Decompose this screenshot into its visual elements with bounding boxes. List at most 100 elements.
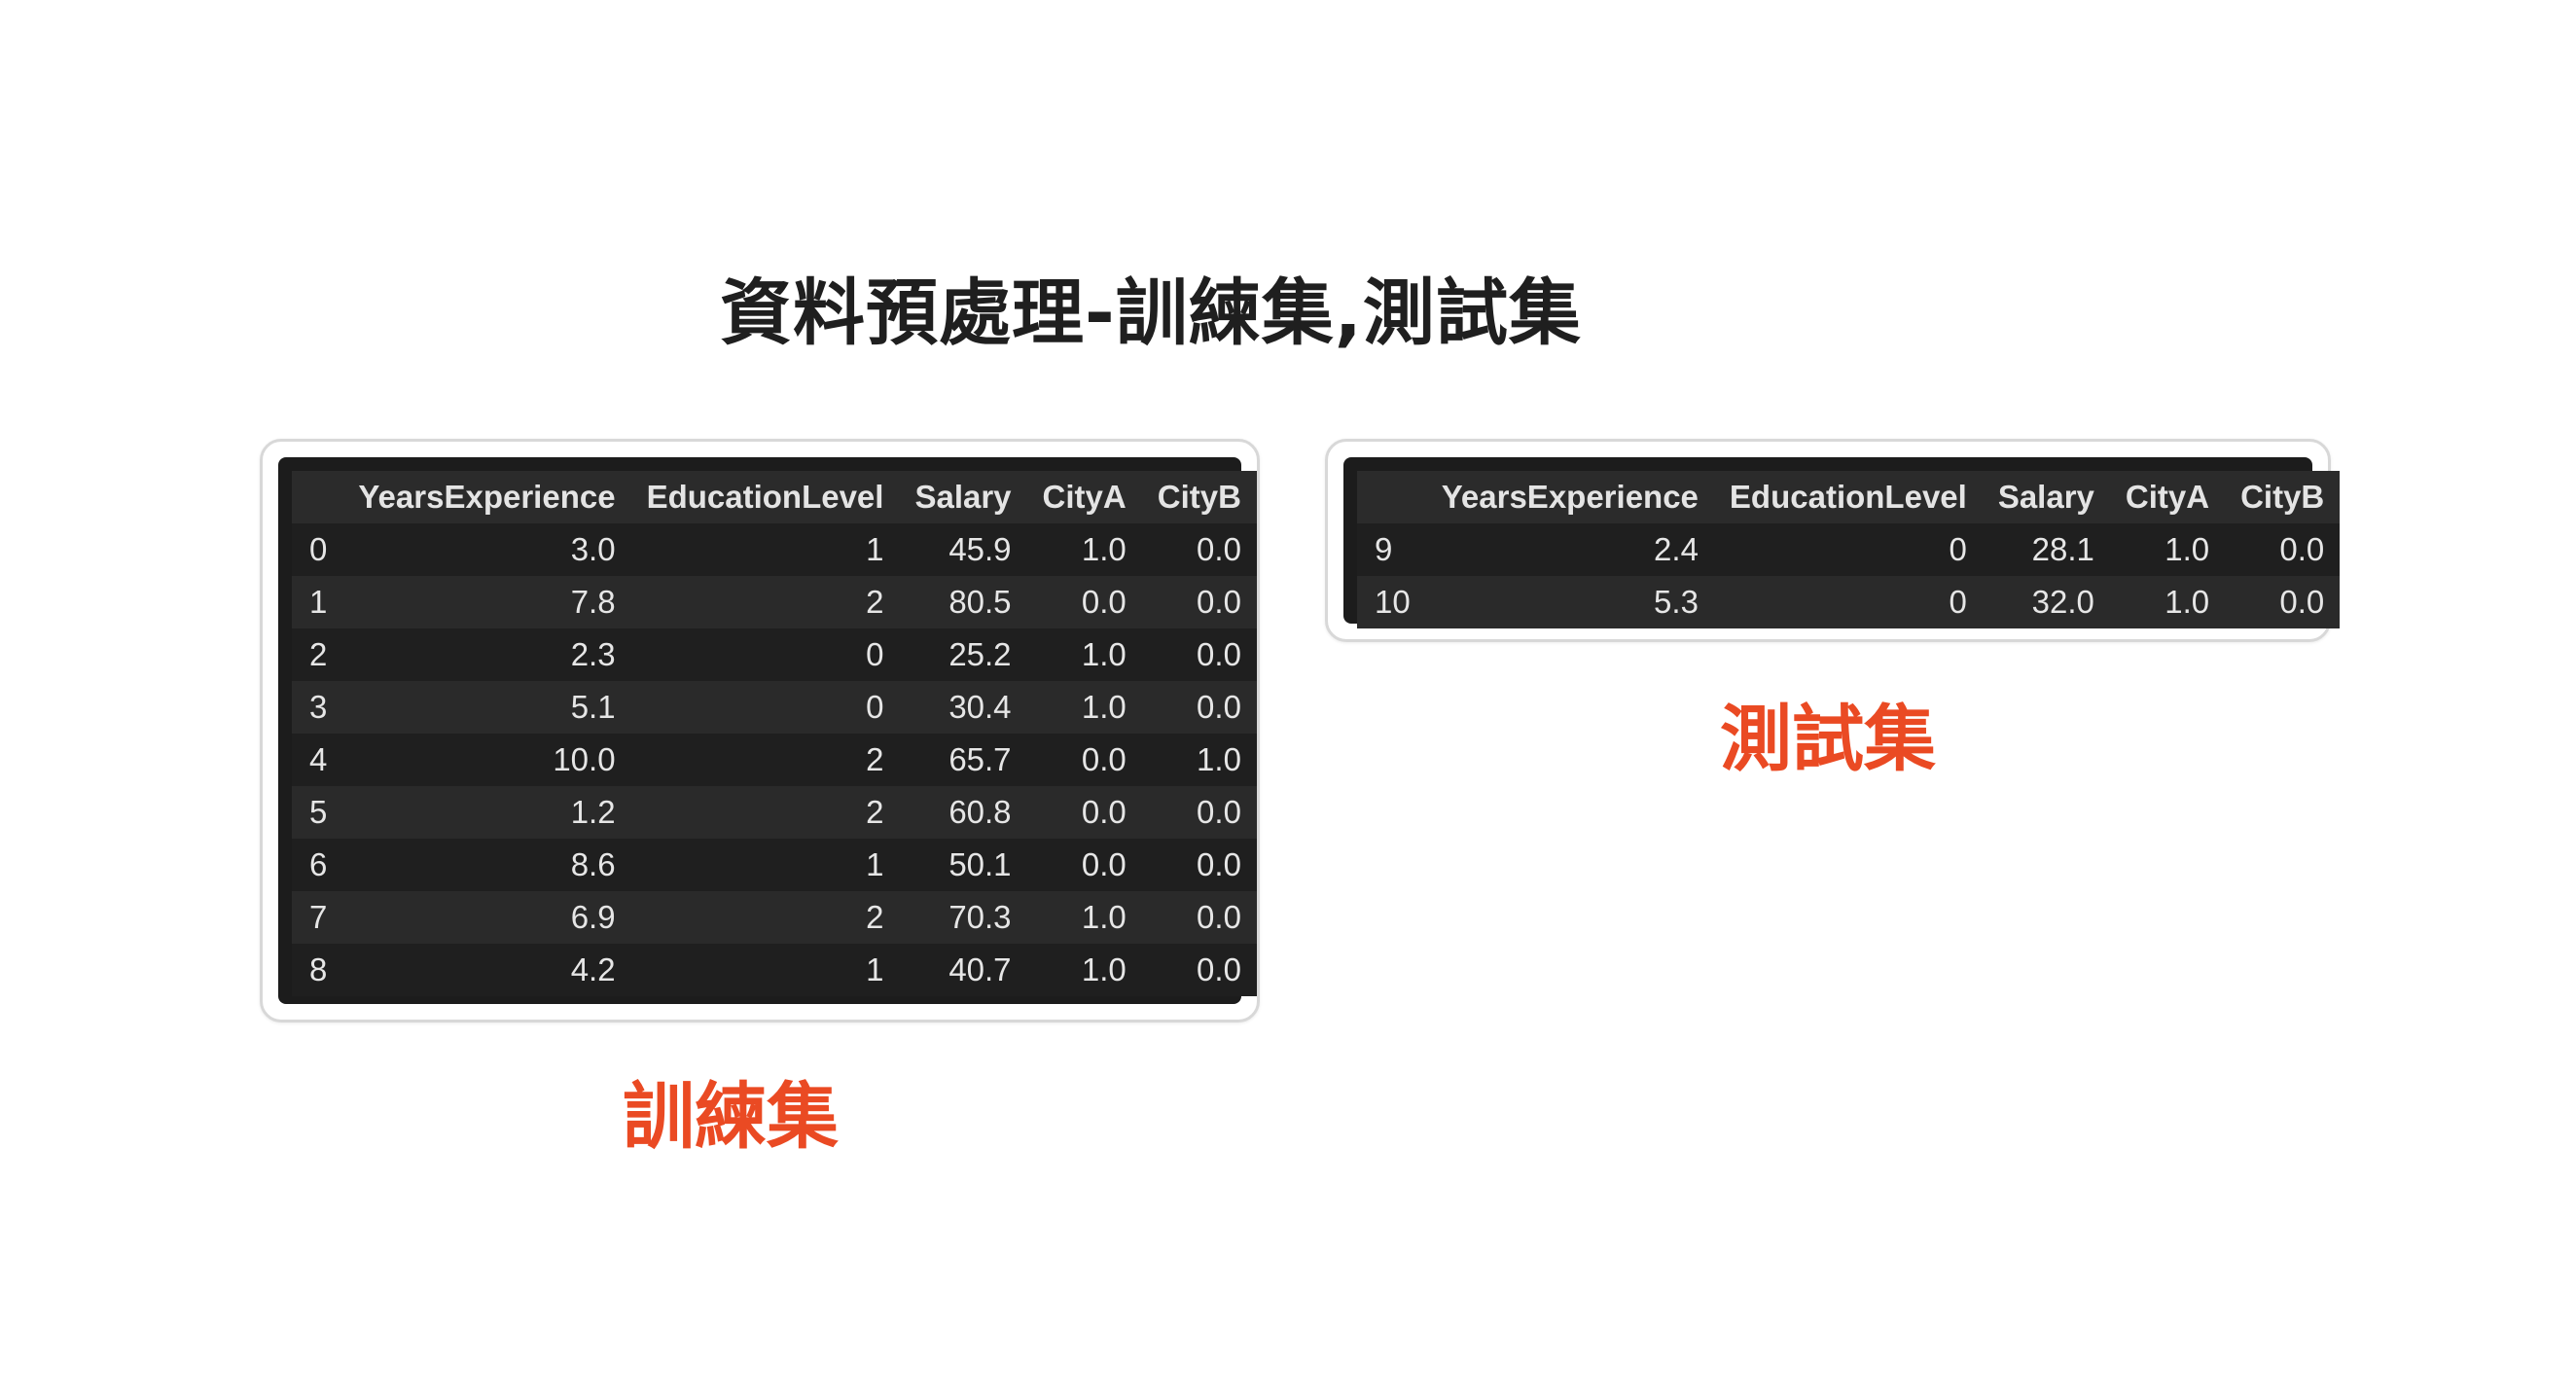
table-cell: 0.0 — [1026, 576, 1142, 628]
test-set-label: 測試集 — [1720, 698, 1936, 781]
row-index: 9 — [1357, 523, 1426, 576]
table-cell: 5.3 — [1425, 576, 1714, 628]
table-cell: 1.0 — [2109, 523, 2226, 576]
table-cell: 7.8 — [342, 576, 631, 628]
row-index: 4 — [292, 734, 343, 786]
row-index: 7 — [292, 891, 343, 944]
table-cell: 8.6 — [342, 839, 631, 891]
row-index: 0 — [292, 523, 343, 576]
row-index: 3 — [292, 681, 343, 734]
table-cell: 60.8 — [899, 786, 1027, 839]
table-cell: 0.0 — [1141, 944, 1257, 996]
table-cell: 4.2 — [342, 944, 631, 996]
table-cell: 6.9 — [342, 891, 631, 944]
table-cell: 28.1 — [1982, 523, 2110, 576]
table-cell: 1.0 — [1026, 628, 1142, 681]
train-table-frame: YearsExperience EducationLevel Salary CityA… — [278, 457, 1257, 1004]
table-cell: 30.4 — [899, 681, 1027, 734]
table-cell: 65.7 — [899, 734, 1027, 786]
column-header: EducationLevel — [1713, 471, 1983, 523]
row-index: 2 — [292, 628, 343, 681]
table-header-row: YearsExperience EducationLevel Salary CityA… — [1357, 471, 2341, 523]
column-header: Salary — [1982, 471, 2110, 523]
column-header: YearsExperience — [1425, 471, 1714, 523]
table-row: 4 10.0 2 65.7 0.0 1.0 — [292, 734, 1257, 786]
column-header: Salary — [899, 471, 1027, 523]
test-table: YearsExperience EducationLevel Salary CityA… — [1357, 471, 2341, 628]
row-index: 8 — [292, 944, 343, 996]
table-row: 6 8.6 1 50.1 0.0 0.0 — [292, 839, 1257, 891]
table-row: 5 1.2 2 60.8 0.0 0.0 — [292, 786, 1257, 839]
table-row: 1 7.8 2 80.5 0.0 0.0 — [292, 576, 1257, 628]
table-cell: 0 — [1713, 523, 1983, 576]
table-cell: 0.0 — [1141, 839, 1257, 891]
table-row: 0 3.0 1 45.9 1.0 0.0 — [292, 523, 1257, 576]
table-cell: 0.0 — [1141, 628, 1257, 681]
table-cell: 40.7 — [899, 944, 1027, 996]
table-cell: 1.0 — [1026, 944, 1142, 996]
table-cell: 80.5 — [899, 576, 1027, 628]
table-cell: 1 — [630, 523, 900, 576]
table-row: 9 2.4 0 28.1 1.0 0.0 — [1357, 523, 2341, 576]
table-cell: 0.0 — [2225, 576, 2341, 628]
table-cell: 50.1 — [899, 839, 1027, 891]
table-cell: 1.0 — [1026, 523, 1142, 576]
table-cell: 10.0 — [342, 734, 631, 786]
table-cell: 25.2 — [899, 628, 1027, 681]
table-cell: 0.0 — [1141, 681, 1257, 734]
column-header: EducationLevel — [630, 471, 900, 523]
table-cell: 1.0 — [1141, 734, 1257, 786]
column-header: CityB — [2225, 471, 2341, 523]
table-cell: 0.0 — [1026, 839, 1142, 891]
table-cell: 1.2 — [342, 786, 631, 839]
table-cell: 2 — [630, 734, 900, 786]
table-cell: 0.0 — [1141, 786, 1257, 839]
table-cell: 1 — [630, 944, 900, 996]
column-header: YearsExperience — [342, 471, 631, 523]
table-cell: 0 — [1713, 576, 1983, 628]
train-set-label: 訓練集 — [623, 1075, 839, 1159]
table-header-row: YearsExperience EducationLevel Salary CityA… — [292, 471, 1257, 523]
table-cell: 0.0 — [1026, 734, 1142, 786]
page-title: 資料預處理-訓練集,測試集 — [720, 271, 1582, 355]
row-index: 1 — [292, 576, 343, 628]
column-header: CityA — [1026, 471, 1142, 523]
table-cell: 0.0 — [1141, 576, 1257, 628]
table-cell: 2 — [630, 576, 900, 628]
table-cell: 2.3 — [342, 628, 631, 681]
train-table-card: YearsExperience EducationLevel Salary CityA… — [260, 439, 1260, 1022]
table-row: 3 5.1 0 30.4 1.0 0.0 — [292, 681, 1257, 734]
row-index: 6 — [292, 839, 343, 891]
table-cell: 3.0 — [342, 523, 631, 576]
table-row: 7 6.9 2 70.3 1.0 0.0 — [292, 891, 1257, 944]
index-header — [292, 471, 343, 523]
row-index: 10 — [1357, 576, 1426, 628]
train-table: YearsExperience EducationLevel Salary CityA… — [292, 471, 1257, 996]
table-row: 10 5.3 0 32.0 1.0 0.0 — [1357, 576, 2341, 628]
test-table-card: YearsExperience EducationLevel Salary CityA… — [1325, 439, 2341, 642]
table-cell: 0 — [630, 628, 900, 681]
test-table-frame: YearsExperience EducationLevel Salary CityA… — [1343, 457, 2341, 628]
table-cell: 1.0 — [1026, 681, 1142, 734]
table-row: 8 4.2 1 40.7 1.0 0.0 — [292, 944, 1257, 996]
index-header — [1357, 471, 1426, 523]
table-cell: 1.0 — [2109, 576, 2226, 628]
table-row: 2 2.3 0 25.2 1.0 0.0 — [292, 628, 1257, 681]
table-cell: 0.0 — [2225, 523, 2341, 576]
table-cell: 0 — [630, 681, 900, 734]
table-cell: 5.1 — [342, 681, 631, 734]
table-cell: 1 — [630, 839, 900, 891]
column-header: CityB — [1141, 471, 1257, 523]
table-cell: 2.4 — [1425, 523, 1714, 576]
table-cell: 0.0 — [1141, 891, 1257, 944]
table-cell: 2 — [630, 786, 900, 839]
column-header: CityA — [2109, 471, 2226, 523]
table-cell: 0.0 — [1026, 786, 1142, 839]
table-cell: 45.9 — [899, 523, 1027, 576]
row-index: 5 — [292, 786, 343, 839]
table-cell: 1.0 — [1026, 891, 1142, 944]
table-cell: 70.3 — [899, 891, 1027, 944]
table-cell: 0.0 — [1141, 523, 1257, 576]
table-cell: 32.0 — [1982, 576, 2110, 628]
table-cell: 2 — [630, 891, 900, 944]
